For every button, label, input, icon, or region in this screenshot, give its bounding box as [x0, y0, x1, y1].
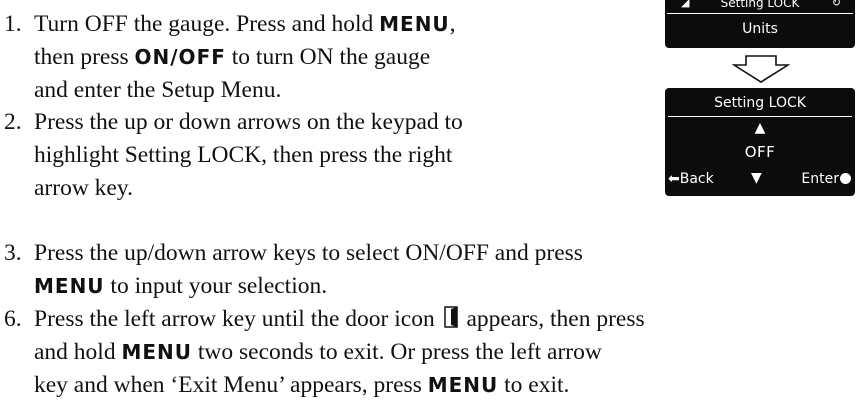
step-line: arrow key.: [34, 172, 463, 205]
key-name: MENU: [121, 340, 193, 364]
step-number: 6.: [4, 306, 22, 332]
step-3: 3. Press the up/down arrow keys to select…: [0, 237, 583, 303]
enter-dot-icon: [840, 173, 851, 184]
step-line: Press the up or down arrows on the keypa…: [34, 106, 463, 139]
return-icon: ↻: [831, 0, 841, 9]
step-text: highlight Setting LOCK, then press the r…: [34, 142, 453, 168]
step-text: to turn ON the gauge: [225, 44, 431, 70]
back-arrow-icon: ⬅: [668, 171, 680, 187]
up-arrow-icon: ▲: [754, 120, 766, 136]
menu-title: Setting LOCK: [720, 0, 800, 10]
lock-value: OFF: [744, 143, 776, 161]
step-text: then press: [34, 44, 135, 70]
key-name: MENU: [427, 373, 499, 397]
step-text: arrow key.: [34, 175, 133, 201]
step-line: and hold MENU two seconds to exit. Or pr…: [34, 336, 645, 369]
step-6: 6. Press the left arrow key until the doo…: [0, 303, 645, 402]
step-line: Turn OFF the gauge. Press and hold MENU,: [34, 8, 456, 41]
step-line: key and when ‘Exit Menu’ appears, press …: [34, 369, 645, 402]
screen-title: Setting LOCK: [668, 90, 852, 117]
key-name: ON/OFF: [134, 45, 226, 69]
step-line: MENU to input your selection.: [34, 270, 583, 303]
step-number: 2.: [4, 109, 22, 135]
step-text: appears, then press: [460, 306, 645, 332]
down-arrow-icon: [732, 55, 790, 83]
step-text: two seconds to exit. Or press the left a…: [192, 339, 602, 365]
door-icon: [443, 306, 458, 328]
step-text: Press the up or down arrows on the keypa…: [34, 109, 463, 135]
door-icon: ◢: [681, 0, 690, 9]
step-2: 2. Press the up or down arrows on the key…: [0, 106, 463, 205]
step-text: Press the left arrow key until the door …: [34, 306, 441, 332]
step-text: key and when ‘Exit Menu’ appears, press: [34, 372, 428, 398]
step-number: 1.: [4, 11, 22, 37]
enter-softkey: Enter: [801, 171, 851, 187]
step-text: to input your selection.: [104, 273, 328, 299]
key-name: MENU: [34, 274, 105, 298]
step-text: ,: [449, 11, 456, 37]
enter-label: Enter: [801, 171, 839, 187]
lcd-screen-setting-lock: Setting LOCK ▲ OFF ⬅Back ▼ Enter: [665, 88, 855, 196]
step-line: then press ON/OFF to turn ON the gauge: [34, 41, 456, 74]
lcd-screen-menu: ◢ Setting LOCK ↻ Units: [665, 0, 855, 48]
down-arrow-small-icon: ▼: [751, 170, 762, 186]
back-softkey: ⬅Back: [668, 171, 714, 187]
back-label: Back: [679, 171, 714, 187]
key-name: MENU: [379, 12, 450, 36]
step-line: Press the up/down arrow keys to select O…: [34, 237, 583, 270]
step-text: Turn OFF the gauge. Press and hold: [34, 11, 380, 37]
step-text: and hold: [34, 339, 122, 365]
step-text: and enter the Setup Menu.: [34, 77, 282, 103]
step-text: to exit.: [498, 372, 570, 398]
step-line: highlight Setting LOCK, then press the r…: [34, 139, 463, 172]
step-number: 3.: [4, 240, 22, 266]
step-text: Press the up/down arrow keys to select O…: [34, 240, 583, 266]
step-line: and enter the Setup Menu.: [34, 74, 456, 107]
menu-item-units: Units: [742, 21, 778, 37]
step-line: Press the left arrow key until the door …: [34, 303, 645, 336]
step-1: 1. Turn OFF the gauge. Press and hold MEN…: [0, 8, 456, 107]
